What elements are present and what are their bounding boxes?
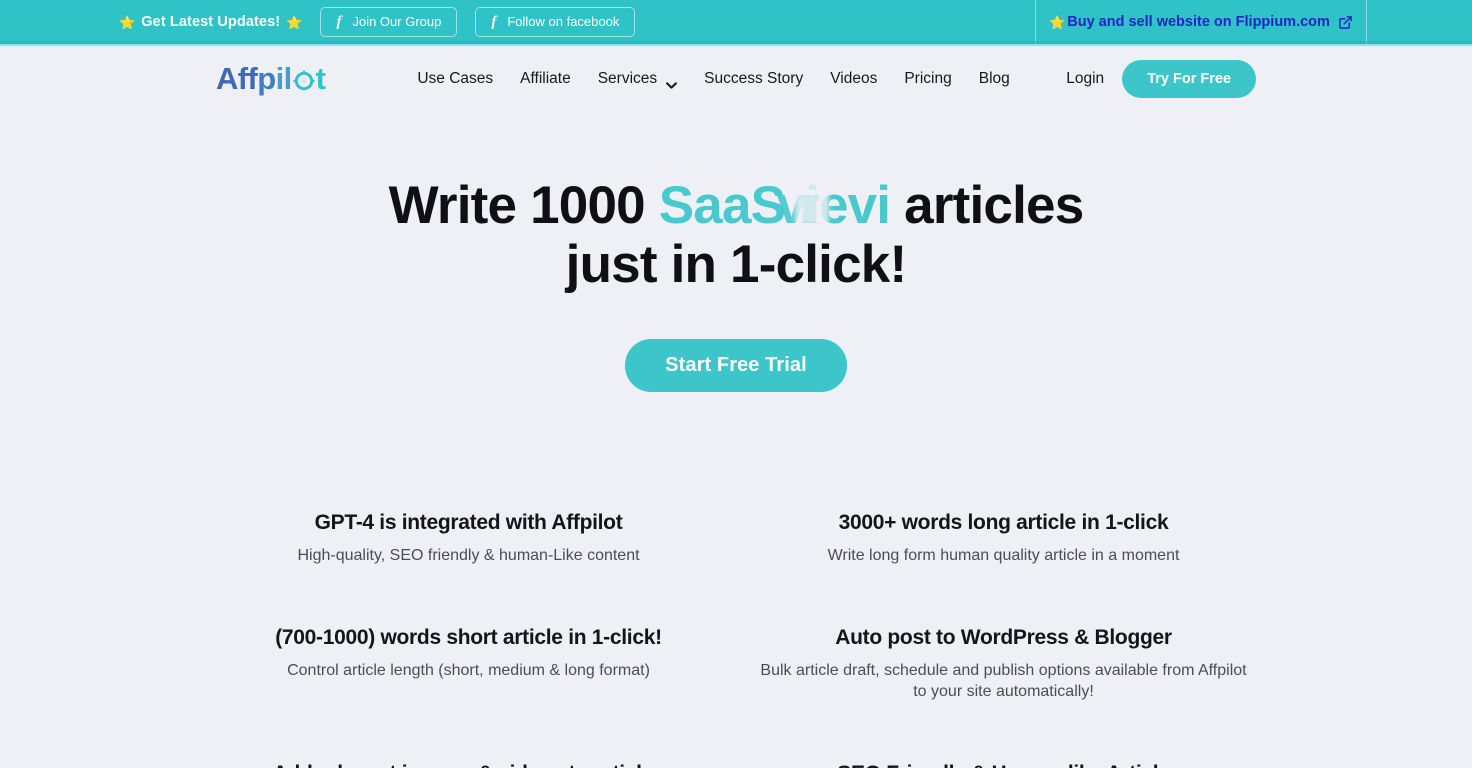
feature-title: SEO Friendly & Human-like Article bbox=[755, 761, 1252, 768]
hero-rotating-word: SaaS revivi bbox=[658, 176, 891, 235]
nav-item-affiliate[interactable]: Affiliate bbox=[520, 71, 571, 87]
feature-title: 3000+ words long article in 1-click bbox=[838, 510, 1169, 534]
feature-title: Add relevant images & videos to articles bbox=[220, 761, 717, 768]
feature-item: Add relevant images & videos to articles bbox=[220, 761, 717, 768]
hero-headline: Write 1000 SaaS revivi articles just in … bbox=[0, 176, 1472, 295]
nav-links: Use Cases Affiliate Services Success Sto… bbox=[417, 71, 1010, 89]
chevron-down-icon bbox=[666, 76, 678, 89]
nav-item-blog[interactable]: Blog bbox=[979, 71, 1010, 87]
feature-description: Control article length (short, medium & … bbox=[287, 661, 650, 679]
feature-description: High-quality, SEO friendly & human-Like … bbox=[297, 546, 640, 564]
affpilot-logo[interactable]: Aff p il t bbox=[216, 61, 326, 97]
nav-item-success-story[interactable]: Success Story bbox=[704, 71, 803, 87]
feature-item: 3000+ words long article in 1-click Writ… bbox=[755, 510, 1252, 567]
feature-description: Bulk article draft, schedule and publish… bbox=[760, 661, 1247, 701]
login-link[interactable]: Login bbox=[1066, 70, 1104, 88]
hero-section: Write 1000 SaaS revivi articles just in … bbox=[0, 112, 1472, 392]
external-link-icon bbox=[1338, 15, 1353, 30]
feature-description: Write long form human quality article in… bbox=[827, 546, 1180, 564]
latest-updates-label: Get Latest Updates! bbox=[141, 14, 281, 30]
announcement-bar: ⭐ Get Latest Updates! ⭐ f Join Our Group… bbox=[0, 0, 1472, 46]
nav-item-services-label[interactable]: Services bbox=[598, 71, 657, 87]
nav-actions: Login Try For Free bbox=[1066, 60, 1256, 98]
nav-item-pricing[interactable]: Pricing bbox=[904, 71, 951, 87]
logo-compass-icon bbox=[292, 70, 315, 92]
star-icon: ⭐ bbox=[1049, 14, 1066, 30]
hero-rotating-word-outgoing: SaaS revi bbox=[658, 176, 891, 235]
nav-item-use-cases[interactable]: Use Cases bbox=[417, 71, 493, 87]
facebook-icon: f bbox=[336, 13, 342, 30]
feature-item: SEO Friendly & Human-like Article bbox=[755, 761, 1252, 768]
feature-title: (700-1000) words short article in 1-clic… bbox=[275, 625, 662, 649]
feature-item: GPT-4 is integrated with Affpilot High-q… bbox=[220, 510, 717, 567]
feature-item: Auto post to WordPress & Blogger Bulk ar… bbox=[755, 625, 1252, 703]
follow-on-facebook-button[interactable]: f Follow on facebook bbox=[475, 7, 636, 37]
facebook-icon: f bbox=[491, 13, 497, 30]
hero-headline-line2: just in 1-click! bbox=[565, 235, 907, 295]
features-grid: GPT-4 is integrated with Affpilot High-q… bbox=[220, 392, 1252, 768]
nav-item-videos[interactable]: Videos bbox=[830, 71, 877, 87]
main-navigation: Aff p il t Use Cases Affiliate Services Suc… bbox=[0, 46, 1472, 112]
feature-title: Auto post to WordPress & Blogger bbox=[835, 625, 1172, 649]
logo-text-part-2: p bbox=[257, 61, 276, 96]
logo-text-part-3: il bbox=[275, 61, 293, 96]
latest-updates-text: ⭐ Get Latest Updates! ⭐ bbox=[119, 14, 302, 30]
join-our-group-label: Join Our Group bbox=[352, 14, 442, 30]
flippium-label: Buy and sell website on Flippium.com bbox=[1067, 14, 1330, 30]
logo-text-part-4: t bbox=[315, 61, 326, 96]
hero-rotating-word-transition-mask bbox=[794, 180, 829, 224]
star-icon-left: ⭐ bbox=[119, 14, 136, 30]
follow-on-facebook-label: Follow on facebook bbox=[507, 14, 620, 30]
feature-title: GPT-4 is integrated with Affpilot bbox=[314, 510, 623, 534]
flippium-link[interactable]: ⭐ Buy and sell website on Flippium.com bbox=[1049, 14, 1353, 30]
try-for-free-button[interactable]: Try For Free bbox=[1122, 60, 1256, 98]
hero-headline-prefix: Write 1000 bbox=[388, 176, 659, 235]
join-our-group-button[interactable]: f Join Our Group bbox=[320, 7, 458, 37]
nav-item-services[interactable]: Services bbox=[598, 71, 678, 89]
hero-headline-suffix: articles bbox=[890, 176, 1084, 235]
logo-text-part-1: Aff bbox=[216, 61, 258, 96]
flippium-promo-panel: ⭐ Buy and sell website on Flippium.com bbox=[1035, 0, 1367, 44]
star-icon-right: ⭐ bbox=[286, 14, 303, 30]
start-free-trial-button[interactable]: Start Free Trial bbox=[625, 338, 847, 392]
feature-item: (700-1000) words short article in 1-clic… bbox=[220, 625, 717, 703]
